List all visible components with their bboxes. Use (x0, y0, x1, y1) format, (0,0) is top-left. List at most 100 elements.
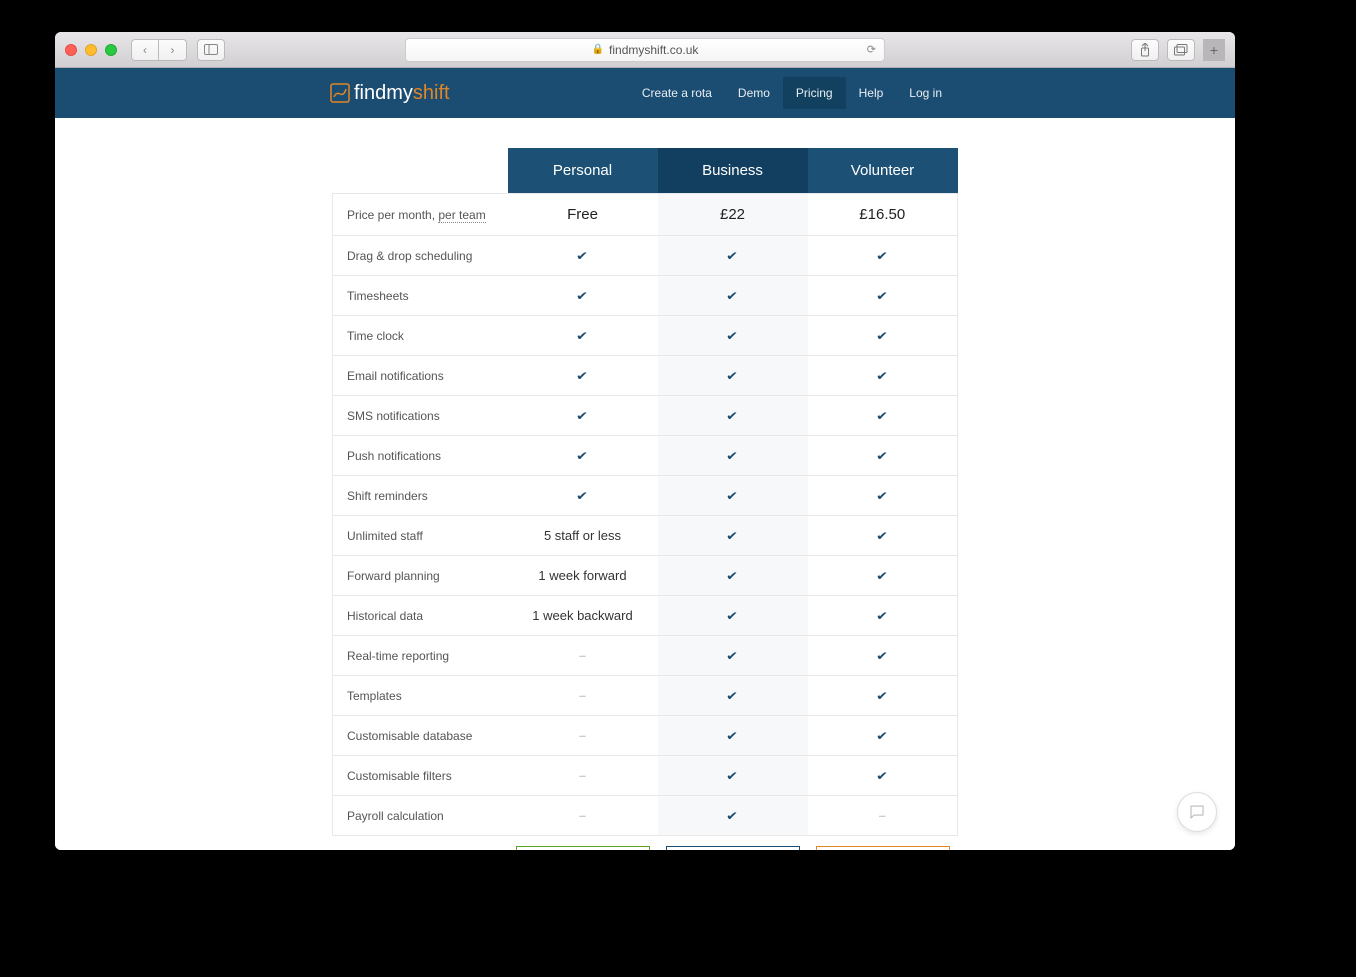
cell: ✔ (508, 436, 658, 476)
nav-login[interactable]: Log in (896, 77, 955, 109)
cell: ✔ (658, 636, 808, 676)
new-tab-button[interactable]: + (1203, 39, 1225, 61)
reload-icon[interactable]: ⟳ (867, 43, 876, 56)
cell: ✔ (808, 396, 958, 436)
row-label: Push notifications (333, 436, 508, 476)
site-navbar: findmyshift Create a rota Demo Pricing H… (55, 68, 1235, 118)
table-row: Unlimited staff5 staff or less✔✔ (333, 516, 958, 556)
get-started-personal[interactable]: GET STARTED (516, 846, 650, 850)
nav-create-rota[interactable]: Create a rota (629, 77, 725, 109)
browser-titlebar: ‹ › 🔒 findmyshift.co.uk ⟳ + (55, 32, 1235, 68)
cell: ✔ (508, 276, 658, 316)
check-icon: ✔ (876, 449, 888, 463)
check-icon: ✔ (726, 289, 738, 303)
sidebar-icon (204, 44, 218, 55)
check-icon: ✔ (726, 729, 738, 743)
cell: 5 staff or less (508, 516, 658, 556)
logo[interactable]: findmyshift (330, 82, 450, 105)
row-label: Customisable database (333, 716, 508, 756)
dash-icon: – (579, 688, 586, 703)
cell: £16.50 (808, 194, 958, 236)
logo-icon (330, 83, 350, 103)
cell: ✔ (658, 596, 808, 636)
table-row: Historical data1 week backward✔✔ (333, 596, 958, 636)
check-icon: ✔ (726, 409, 738, 423)
check-icon: ✔ (726, 769, 738, 783)
cell: ✔ (808, 476, 958, 516)
sidebar-toggle-button[interactable] (197, 39, 225, 61)
close-window-button[interactable] (65, 44, 77, 56)
row-label: SMS notifications (333, 396, 508, 436)
cell: ✔ (808, 596, 958, 636)
cell: ✔ (808, 756, 958, 796)
table-row: Customisable filters–✔✔ (333, 756, 958, 796)
cell: ✔ (658, 476, 808, 516)
table-row: Customisable database – ✔ ✔ (333, 716, 958, 756)
check-icon: ✔ (576, 409, 588, 423)
table-row: Timesheets✔✔✔ (333, 276, 958, 316)
nav-demo[interactable]: Demo (725, 77, 783, 109)
check-icon: ✔ (576, 289, 588, 303)
chat-icon (1188, 803, 1206, 821)
row-label: Payroll calculation (333, 796, 508, 836)
window-controls (65, 44, 117, 56)
cell: £22 (658, 194, 808, 236)
row-label: Customisable filters (333, 756, 508, 796)
row-label: Drag & drop scheduling (333, 236, 508, 276)
cell: ✔ (508, 356, 658, 396)
table-row: Time clock✔✔✔ (333, 316, 958, 356)
cell: ✔ (508, 236, 658, 276)
share-button[interactable] (1131, 39, 1159, 61)
check-icon: ✔ (726, 569, 738, 583)
nav-buttons: ‹ › (131, 39, 187, 61)
table-row: Price per month, per team Free £22 £16.5… (333, 194, 958, 236)
cell: ✔ (808, 716, 958, 756)
row-label: Email notifications (333, 356, 508, 396)
row-label: Forward planning (333, 556, 508, 596)
cta-row: GET STARTED GET STARTED GET STARTED (333, 836, 958, 851)
check-icon: ✔ (876, 289, 888, 303)
check-icon: ✔ (576, 249, 588, 263)
page-content: findmyshift Create a rota Demo Pricing H… (55, 68, 1235, 850)
tabs-button[interactable] (1167, 39, 1195, 61)
lock-icon: 🔒 (592, 44, 604, 55)
cell: ✔ (658, 276, 808, 316)
chat-widget-button[interactable] (1177, 792, 1217, 832)
check-icon: ✔ (876, 729, 888, 743)
check-icon: ✔ (876, 609, 888, 623)
cell: 1 week forward (508, 556, 658, 596)
zoom-window-button[interactable] (105, 44, 117, 56)
cell: ✔ (808, 636, 958, 676)
cell: ✔ (808, 436, 958, 476)
cell: ✔ (808, 676, 958, 716)
table-row: Real-time reporting–✔✔ (333, 636, 958, 676)
dash-icon: – (579, 728, 586, 743)
cell: Free (508, 194, 658, 236)
row-label: Price per month, per team (333, 194, 508, 236)
nav-pricing[interactable]: Pricing (783, 77, 846, 109)
cell: ✔ (658, 676, 808, 716)
minimize-window-button[interactable] (85, 44, 97, 56)
check-icon: ✔ (876, 369, 888, 383)
forward-button[interactable]: › (159, 39, 187, 61)
plus-icon: + (1210, 42, 1218, 58)
cell: ✔ (508, 476, 658, 516)
back-button[interactable]: ‹ (131, 39, 159, 61)
get-started-volunteer[interactable]: GET STARTED (816, 846, 950, 850)
browser-window: ‹ › 🔒 findmyshift.co.uk ⟳ + findm (55, 32, 1235, 850)
cell: – (808, 796, 958, 836)
plan-header-personal: Personal (508, 148, 658, 194)
check-icon: ✔ (576, 329, 588, 343)
check-icon: ✔ (726, 689, 738, 703)
row-label: Unlimited staff (333, 516, 508, 556)
check-icon: ✔ (726, 649, 738, 663)
address-bar[interactable]: 🔒 findmyshift.co.uk ⟳ (405, 38, 885, 62)
nav-help[interactable]: Help (846, 77, 897, 109)
table-row: Push notifications✔✔✔ (333, 436, 958, 476)
check-icon: ✔ (726, 609, 738, 623)
row-label: Templates (333, 676, 508, 716)
url-text: findmyshift.co.uk (609, 43, 698, 57)
check-icon: ✔ (876, 409, 888, 423)
check-icon: ✔ (726, 489, 738, 503)
get-started-business[interactable]: GET STARTED (666, 846, 800, 850)
